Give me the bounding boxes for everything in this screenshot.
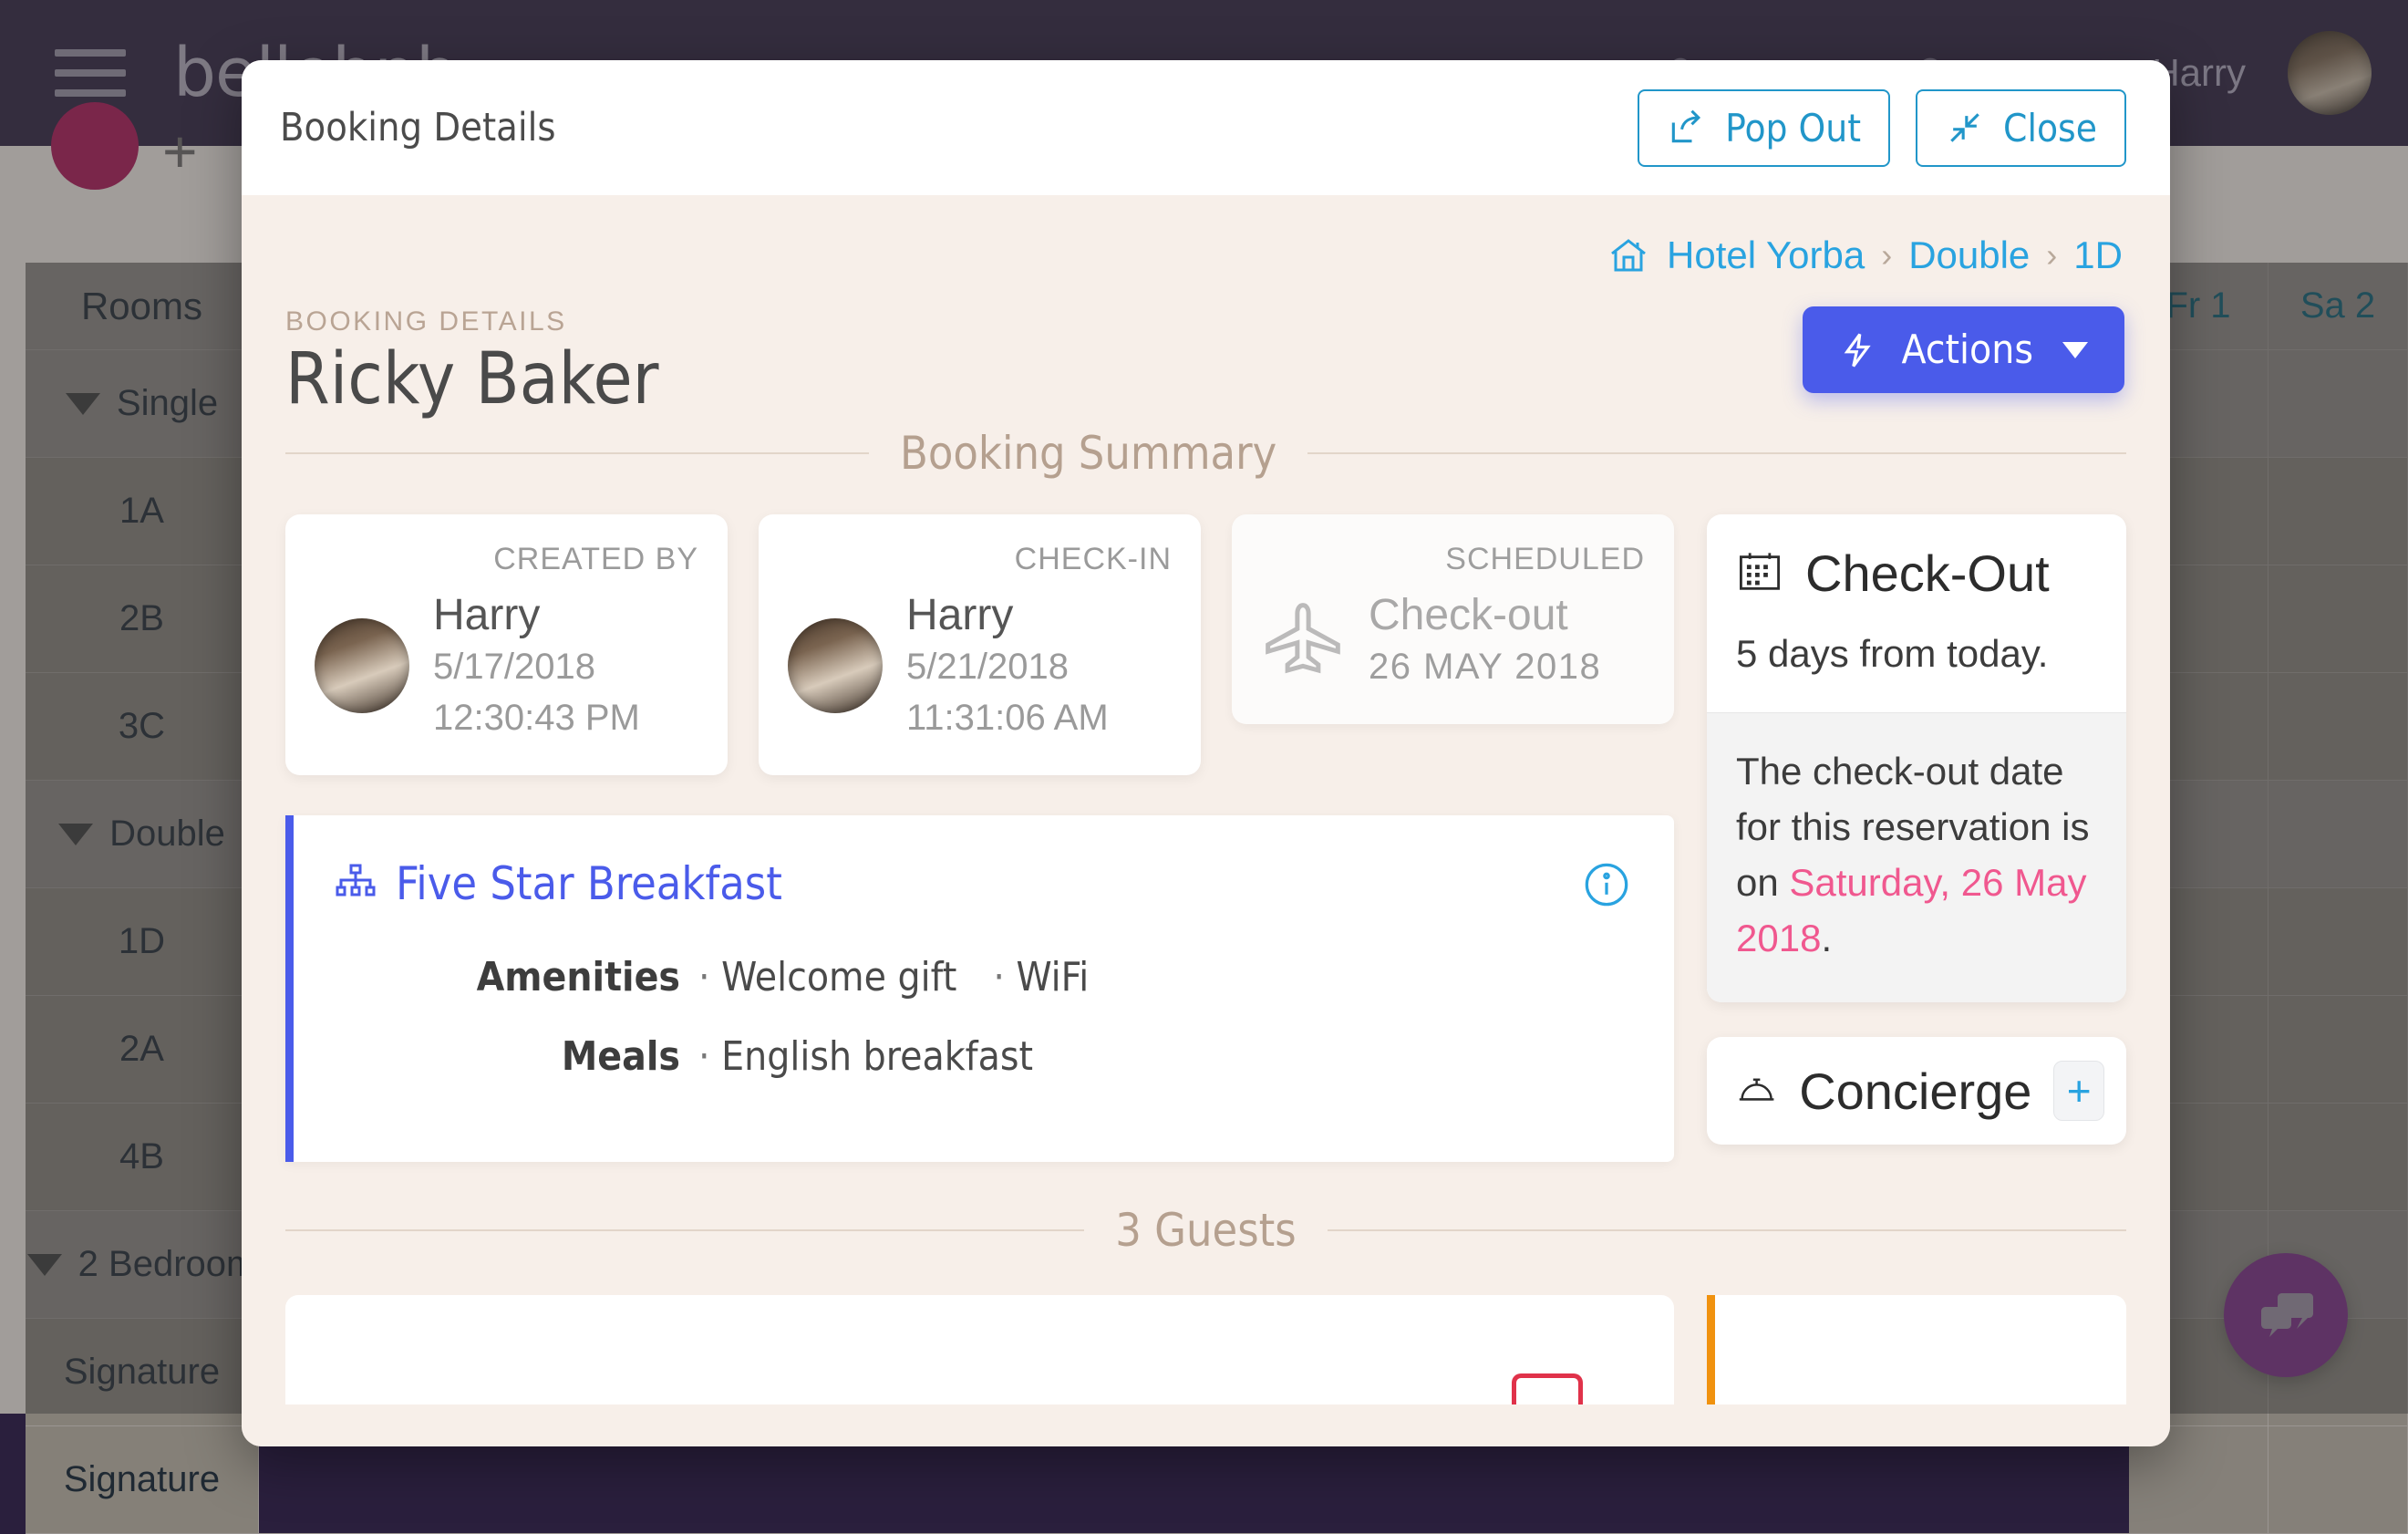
summary-card-date: 5/17/2018 [433, 642, 640, 691]
summary-card-date: 26 MAY 2018 [1369, 642, 1601, 691]
summary-card-time: 11:31:06 AM [906, 693, 1109, 742]
modal-content-columns: CREATED BY Harry 5/17/2018 12:30:43 PM C… [242, 514, 2170, 1162]
plan-hierarchy-icon [334, 862, 377, 906]
guest-card[interactable] [285, 1295, 1674, 1404]
service-attribute-value: English breakfast [698, 1033, 1033, 1080]
service-card: Five Star Breakfast Amenities Welcome gi… [285, 815, 1674, 1162]
summary-card-date: 5/21/2018 [906, 642, 1109, 691]
guests-divider-line-right [1328, 1229, 2126, 1231]
close-button[interactable]: Close [1916, 89, 2126, 167]
service-attribute-value: WiFi [993, 954, 1089, 1000]
summary-card-label: CREATED BY [315, 542, 698, 577]
check-out-card: Check-Out 5 days from today. The check-o… [1707, 514, 2126, 1003]
guest-status-chip [1512, 1373, 1583, 1404]
breadcrumb-separator-1: › [2046, 236, 2057, 275]
guest-side-card[interactable] [1707, 1295, 2126, 1404]
service-attribute-key: Amenities [334, 954, 680, 1000]
room-label-cell[interactable]: Signature [26, 1426, 259, 1533]
check-out-card-title: Check-Out [1805, 544, 2050, 603]
summary-card-name: Check-out [1369, 590, 1601, 640]
pop-out-icon [1667, 108, 1707, 148]
service-attribute-value: Welcome gift [698, 954, 956, 1000]
guests-divider-line-left [285, 1229, 1084, 1231]
booking-summary-label: Booking Summary [900, 427, 1276, 480]
avatar [788, 618, 883, 713]
divider-line-right [1307, 452, 2126, 454]
concierge-card: Concierge + [1707, 1037, 2126, 1145]
booking-details-modal: Booking Details Pop Out Close Hotel Yorb… [242, 60, 2170, 1446]
summary-card-created-by: CREATED BY Harry 5/17/2018 12:30:43 PM [285, 514, 728, 775]
summary-card-time: 12:30:43 PM [433, 693, 640, 742]
booking-title-group: BOOKING DETAILS Ricky Baker [285, 306, 659, 418]
avatar [315, 618, 409, 713]
actions-button-label: Actions [1901, 326, 2033, 373]
guest-cards-row [242, 1295, 2170, 1404]
info-icon[interactable] [1583, 861, 1630, 908]
modal-header: Booking Details Pop Out Close [242, 60, 2170, 195]
lightning-bolt-icon [1839, 329, 1877, 371]
modal-body: Hotel Yorba › Double › 1D BOOKING DETAIL… [242, 195, 2170, 1446]
summary-card-label: SCHEDULED [1261, 542, 1645, 577]
add-concierge-button[interactable]: + [2053, 1061, 2104, 1121]
calendar-icon [1736, 549, 1783, 596]
grid-day-cell[interactable] [2268, 1426, 2408, 1533]
page-eyebrow: BOOKING DETAILS [285, 306, 659, 337]
airplane-icon [1261, 598, 1345, 682]
guests-divider: 3 Guests [242, 1204, 2170, 1257]
modal-side-column: Check-Out 5 days from today. The check-o… [1707, 514, 2126, 1162]
summary-card-name: Harry [906, 590, 1109, 640]
summary-card-name: Harry [433, 590, 640, 640]
pop-out-label: Pop Out [1725, 106, 1861, 150]
booking-summary-divider: Booking Summary [242, 427, 2170, 480]
divider-line-left [285, 452, 869, 454]
home-icon[interactable] [1607, 233, 1650, 277]
actions-button[interactable]: Actions [1803, 306, 2124, 393]
modal-header-buttons: Pop Out Close [1638, 89, 2126, 167]
summary-cards: CREATED BY Harry 5/17/2018 12:30:43 PM C… [285, 514, 1674, 775]
service-title[interactable]: Five Star Breakfast [396, 857, 782, 910]
concierge-card-title: Concierge [1799, 1062, 2031, 1121]
check-out-note-suffix: . [1821, 917, 1832, 959]
summary-card-check-in: CHECK-IN Harry 5/21/2018 11:31:06 AM [759, 514, 1201, 775]
check-out-card-header: Check-Out [1707, 514, 2126, 625]
breadcrumb-item-0[interactable]: Hotel Yorba [1667, 233, 1865, 277]
service-attribute-row: Amenities Welcome gift WiFi [334, 954, 1634, 1000]
guests-count-label: 3 Guests [1115, 1204, 1296, 1257]
pop-out-button[interactable]: Pop Out [1638, 89, 1890, 167]
service-card-header: Five Star Breakfast [334, 857, 1634, 910]
check-out-summary: 5 days from today. [1707, 625, 2126, 712]
modal-title: Booking Details [280, 105, 556, 150]
check-out-note-date: Saturday, 26 May 2018 [1736, 861, 2086, 959]
modal-main-column: CREATED BY Harry 5/17/2018 12:30:43 PM C… [285, 514, 1674, 1162]
page-title: Ricky Baker [285, 343, 659, 418]
service-bell-icon [1736, 1066, 1777, 1115]
close-label: Close [2003, 106, 2097, 150]
check-out-note: The check-out date for this reservation … [1707, 712, 2126, 1003]
breadcrumb: Hotel Yorba › Double › 1D [242, 195, 2170, 277]
breadcrumb-separator-0: › [1881, 236, 1892, 275]
summary-card-label: CHECK-IN [788, 542, 1172, 577]
service-attribute-row: Meals English breakfast [334, 1033, 1634, 1080]
breadcrumb-item-2[interactable]: 1D [2073, 233, 2123, 277]
service-attribute-key: Meals [334, 1033, 680, 1080]
booking-title-row: BOOKING DETAILS Ricky Baker Actions [242, 277, 2170, 418]
collapse-icon [1945, 108, 1985, 148]
chevron-down-icon [2062, 342, 2088, 358]
service-attributes: Amenities Welcome gift WiFi Meals Englis… [334, 954, 1634, 1080]
summary-card-scheduled: SCHEDULED Check-out 26 MAY 2018 [1232, 514, 1674, 724]
room-label: Signature [64, 1459, 220, 1500]
breadcrumb-item-1[interactable]: Double [1908, 233, 2030, 277]
